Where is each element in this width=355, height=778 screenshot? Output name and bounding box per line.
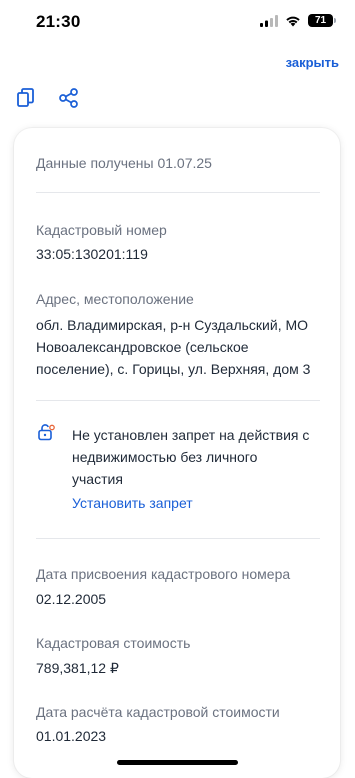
assign-date-label: Дата присвоения кадастрового номера: [36, 566, 291, 582]
divider: [36, 400, 320, 401]
copy-icon[interactable]: [15, 87, 37, 109]
unlocked-lock-icon: [38, 424, 55, 441]
address-label: Адрес, местоположение: [36, 291, 194, 307]
divider: [36, 538, 320, 539]
cadastral-cost-value: 789,381,12 ₽: [36, 660, 119, 676]
restriction-line: недвижимостью без личного: [72, 449, 258, 465]
wifi-icon: [286, 16, 300, 26]
calc-date-value: 01.01.2023: [36, 728, 107, 744]
divider: [36, 192, 320, 193]
status-time: 21:30: [36, 12, 81, 31]
home-indicator: [117, 760, 238, 765]
close-button[interactable]: закрыть: [286, 55, 339, 70]
set-restriction-link[interactable]: Установить запрет: [72, 495, 193, 511]
status-icons: 71: [260, 14, 336, 27]
share-icon[interactable]: [58, 87, 80, 109]
address-line: поселение), с. Горицы, ул. Верхняя, дом …: [36, 361, 311, 377]
assign-date-value: 02.12.2005: [36, 591, 107, 607]
property-info-card: Данные получены 01.07.25 Кадастровый ном…: [14, 128, 340, 778]
cadastral-cost-label: Кадастровая стоимость: [36, 635, 191, 651]
restriction-status-text: Не установлен запрет на действия с недви…: [72, 424, 326, 490]
calc-date-label: Дата расчёта кадастровой стоимости: [36, 704, 280, 720]
data-received-text: Данные получены 01.07.25: [36, 155, 212, 171]
restriction-line: участия: [72, 471, 123, 487]
cellular-signal-icon: [260, 14, 278, 27]
address-line: Новоалександровское (сельское: [36, 339, 249, 355]
status-bar: 21:30 71: [0, 0, 355, 46]
battery-icon: 71: [308, 14, 336, 27]
cadastral-number-value: 33:05:130201:119: [36, 246, 148, 262]
restriction-line: Не установлен запрет на действия с: [72, 427, 310, 443]
address-line: обл. Владимирская, р-н Суздальский, МО: [36, 317, 309, 333]
cadastral-number-label: Кадастровый номер: [36, 222, 167, 238]
